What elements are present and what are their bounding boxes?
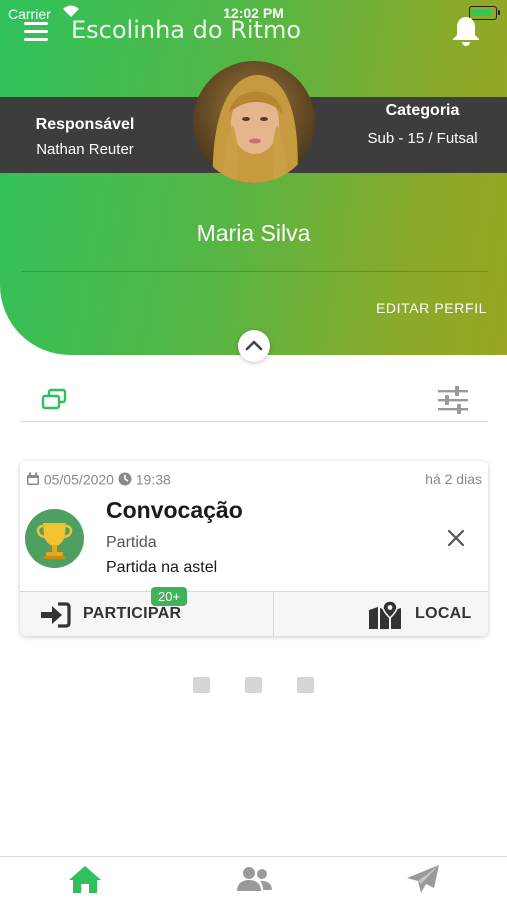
participants-badge: 20+ — [151, 587, 188, 606]
trophy-icon — [25, 509, 84, 568]
card-date: 05/05/2020 — [43, 471, 114, 488]
card-relative-time: há 2 dias — [425, 471, 482, 487]
participate-button[interactable]: PARTICIPAR 20+ — [20, 587, 274, 636]
local-button[interactable]: LOCAL — [275, 592, 488, 636]
local-label: LOCAL — [415, 605, 472, 622]
card-meta: 05/05/2020 19:38 — [26, 470, 171, 487]
users-icon — [237, 867, 272, 891]
card-description: Partida na astel — [106, 559, 218, 576]
map-pin-icon — [369, 600, 401, 629]
card-title: Convocação — [106, 497, 243, 523]
divider — [20, 421, 488, 422]
pagination-dot[interactable] — [245, 677, 262, 693]
send-icon — [407, 865, 439, 893]
menu-icon[interactable] — [24, 22, 48, 41]
clock-icon — [118, 472, 132, 486]
categoria-label: Categoria — [385, 102, 460, 119]
categoria-value: Sub - 15 / Futsal — [367, 130, 478, 147]
calendar-icon — [27, 472, 39, 486]
chevron-up-icon — [245, 340, 263, 351]
divider — [22, 271, 488, 272]
filter-sliders-icon[interactable] — [437, 385, 469, 415]
edit-profile-button[interactable]: EDITAR PERFIL — [376, 300, 487, 316]
tab-users[interactable] — [234, 863, 274, 897]
profile-header: Carrier 12:02 PM Escolinha do Ritmo Resp… — [0, 0, 507, 355]
convocation-card[interactable]: 05/05/2020 19:38 há 2 dias Convocação Pa… — [20, 461, 488, 636]
card-type: Partida — [106, 534, 157, 551]
responsavel-name: Nathan Reuter — [36, 141, 134, 158]
responsavel-label: Responsável — [35, 116, 135, 133]
sign-in-icon — [41, 602, 71, 628]
tab-bar — [0, 856, 507, 900]
card-actions: PARTICIPAR 20+ LOCAL — [20, 587, 488, 636]
participate-label: PARTICIPAR — [83, 605, 182, 622]
home-icon — [69, 866, 101, 893]
app-title: Escolinha do Ritmo — [71, 16, 302, 44]
card-time: 19:38 — [135, 471, 171, 488]
tab-home[interactable] — [66, 863, 106, 897]
cards-icon[interactable] — [40, 386, 68, 414]
tab-messages[interactable] — [405, 863, 445, 897]
avatar[interactable] — [193, 61, 315, 183]
collapse-header-button[interactable] — [238, 330, 270, 362]
user-name: Maria Silva — [196, 220, 311, 246]
bell-icon[interactable] — [451, 15, 481, 47]
pagination-dot[interactable] — [193, 677, 210, 693]
close-icon[interactable] — [446, 528, 466, 548]
pagination-dot[interactable] — [297, 677, 314, 693]
